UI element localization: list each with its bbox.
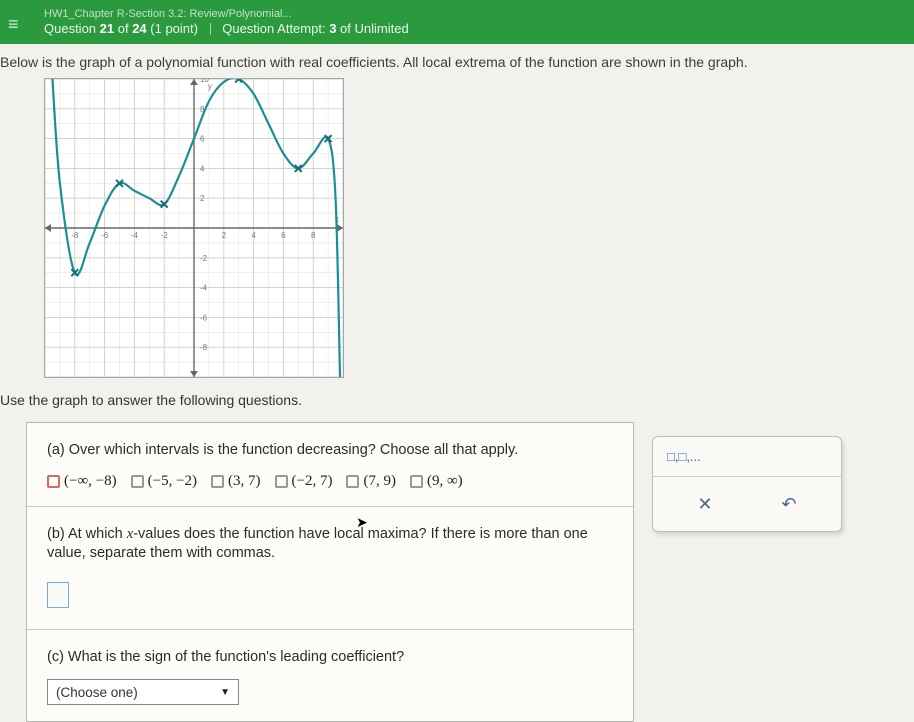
svg-text:-2: -2 [200,254,208,263]
clear-button[interactable]: ✕ [688,487,722,521]
checkbox-icon[interactable] [211,475,224,488]
choice-label: (−5, −2) [148,473,197,490]
meta-divider [210,23,211,35]
checkbox-icon[interactable] [410,475,423,488]
svg-text:6: 6 [281,231,286,240]
list-hint[interactable]: □,□,... [653,437,841,477]
section-b: (b) At which x-values does the function … [27,507,633,630]
svg-text:4: 4 [251,231,256,240]
q-total: 24 [132,21,146,36]
q-points: (1 point) [147,21,198,36]
chevron-down-icon: ▼ [220,687,230,698]
choice-label: (−2, 7) [292,473,333,490]
polynomial-graph: -8-6-4-22468-8-6-4-2246810yx [44,78,344,378]
question-panel: (a) Over which intervals is the function… [26,422,634,722]
section-c: (c) What is the sign of the function's l… [27,630,633,722]
svg-text:8: 8 [311,231,316,240]
svg-text:-2: -2 [161,231,169,240]
svg-text:-4: -4 [200,284,208,293]
choice-3[interactable]: (−2, 7) [275,473,333,490]
chart-svg: -8-6-4-22468-8-6-4-2246810yx [45,79,343,377]
intro-text: Below is the graph of a polynomial funct… [0,44,914,78]
subtext: Use the graph to answer the following qu… [0,392,914,408]
svg-text:6: 6 [200,135,205,144]
checkbox-icon[interactable] [275,475,288,488]
undo-icon: ↶ [781,494,796,515]
section-a: (a) Over which intervals is the function… [27,423,633,507]
qb-prompt: (b) At which x-values does the function … [47,525,613,564]
svg-text:4: 4 [200,164,205,173]
choice-5[interactable]: (9, ∞) [410,473,463,490]
qa-choices: (−∞, −8) (−5, −2) (3, 7) (−2, 7) (7, 9) (9, ∞… [47,473,613,490]
checkbox-icon[interactable] [131,475,144,488]
choice-2[interactable]: (3, 7) [211,473,261,490]
svg-text:y: y [208,82,212,91]
choice-1[interactable]: (−5, −2) [131,473,197,490]
choice-label: (7, 9) [363,473,396,490]
choice-label: (3, 7) [228,473,261,490]
chapter-title: HW1_Chapter R-Section 3.2: Review/Polyno… [44,8,902,20]
attempt-of: of Unlimited [336,21,408,36]
qa-prompt: (a) Over which intervals is the function… [47,441,613,461]
svg-text:-8: -8 [71,231,79,240]
svg-text:2: 2 [200,194,205,203]
header-bar: ≡ HW1_Chapter R-Section 3.2: Review/Poly… [0,0,914,44]
svg-text:-8: -8 [200,343,208,352]
choice-label: (9, ∞) [427,473,463,490]
qb-input[interactable] [47,582,69,608]
question-meta: Question 21 of 24 (1 point) Question Att… [44,21,902,36]
helper-panel: □,□,... ✕ ↶ [652,436,842,532]
checkbox-icon[interactable] [346,475,359,488]
q-label: Question [44,21,100,36]
svg-text:-6: -6 [200,313,208,322]
choice-label: (−∞, −8) [64,473,117,490]
qc-prompt: (c) What is the sign of the function's l… [47,648,613,668]
svg-text:-4: -4 [131,231,139,240]
qc-select-label: (Choose one) [56,685,138,700]
svg-text:-6: -6 [101,231,109,240]
choice-4[interactable]: (7, 9) [346,473,396,490]
qc-select[interactable]: (Choose one) ▼ [47,679,239,705]
choice-0[interactable]: (−∞, −8) [47,473,117,490]
checkbox-icon[interactable] [47,475,60,488]
svg-text:2: 2 [222,231,227,240]
menu-icon[interactable]: ≡ [8,14,19,35]
helper-tools: ✕ ↶ [653,477,841,531]
attempt-label: Question Attempt: [222,21,329,36]
reset-button[interactable]: ↶ [772,487,806,521]
q-number: 21 [100,21,114,36]
close-icon: ✕ [697,494,712,515]
